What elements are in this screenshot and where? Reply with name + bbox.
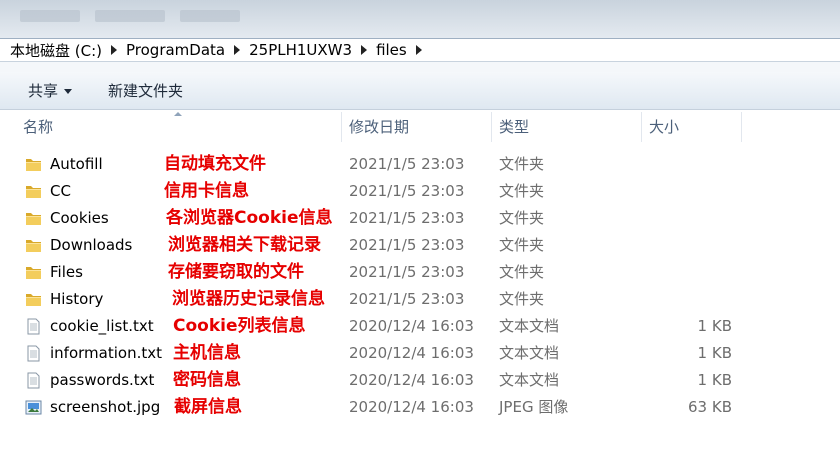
file-name[interactable]: Downloads (50, 232, 132, 259)
share-button[interactable]: 共享 (14, 72, 86, 110)
file-row[interactable]: Cookies 各浏览器Cookie信息 2021/1/5 23:03 文件夹 (0, 205, 840, 232)
chevron-down-icon (64, 88, 73, 94)
file-row[interactable]: passwords.txt 密码信息 2020/12/4 16:03 文本文档 1 KB (0, 367, 840, 394)
file-name[interactable]: Files (50, 259, 83, 286)
folder-icon (25, 156, 42, 173)
file-name[interactable]: information.txt (50, 340, 162, 367)
file-row[interactable]: History 浏览器历史记录信息 2021/1/5 23:03 文件夹 (0, 286, 840, 313)
file-name[interactable]: CC (50, 178, 71, 205)
chevron-right-icon[interactable] (361, 45, 368, 55)
annotation-label: 各浏览器Cookie信息 (166, 208, 333, 228)
file-name[interactable]: History (50, 286, 103, 313)
blurred-menu-3 (180, 10, 240, 22)
text-file-icon (25, 345, 42, 362)
file-name[interactable]: Cookies (50, 205, 109, 232)
address-bar[interactable]: 本地磁盘 (C:) ProgramData 25PLH1UXW3 files (0, 38, 840, 62)
folder-icon (25, 183, 42, 200)
folder-icon (25, 237, 42, 254)
annotation-label: 截屏信息 (174, 397, 242, 417)
chevron-right-icon[interactable] (415, 45, 422, 55)
file-size (640, 178, 732, 205)
file-type: JPEG 图像 (499, 398, 569, 416)
file-size (640, 232, 732, 259)
file-date: 2021/1/5 23:03 (349, 182, 465, 200)
file-date: 2021/1/5 23:03 (349, 263, 465, 281)
file-name[interactable]: Autofill (50, 151, 103, 178)
annotation-label: 浏览器相关下载记录 (168, 235, 321, 255)
share-label: 共享 (28, 81, 59, 100)
annotation-label: 浏览器历史记录信息 (172, 289, 325, 309)
command-bar: 共享 新建文件夹 (0, 72, 840, 110)
breadcrumb-item-drive[interactable]: 本地磁盘 (C:) (10, 40, 102, 61)
blurred-menu-2 (95, 10, 165, 22)
file-type: 文件夹 (499, 209, 545, 227)
spacer (0, 62, 840, 72)
column-header: 名称 修改日期 类型 大小 (0, 110, 840, 144)
blurred-menu-1 (20, 10, 80, 22)
file-type: 文本文档 (499, 317, 560, 335)
file-date: 2020/12/4 16:03 (349, 344, 474, 362)
file-row[interactable]: Files 存储要窃取的文件 2021/1/5 23:03 文件夹 (0, 259, 840, 286)
annotation-label: Cookie列表信息 (173, 316, 306, 336)
file-type: 文本文档 (499, 344, 560, 362)
folder-icon (25, 264, 42, 281)
file-row[interactable]: cookie_list.txt Cookie列表信息 2020/12/4 16:03… (0, 313, 840, 340)
file-row[interactable]: information.txt 主机信息 2020/12/4 16:03 文本文档 1 … (0, 340, 840, 367)
file-date: 2020/12/4 16:03 (349, 317, 474, 335)
file-type: 文件夹 (499, 155, 545, 173)
file-size (640, 205, 732, 232)
file-date: 2021/1/5 23:03 (349, 236, 465, 254)
file-type: 文件夹 (499, 263, 545, 281)
file-size: 63 KB (688, 398, 732, 416)
file-size (640, 286, 732, 313)
file-row[interactable]: Downloads 浏览器相关下载记录 2021/1/5 23:03 文件夹 (0, 232, 840, 259)
chevron-right-icon[interactable] (234, 45, 241, 55)
file-size: 1 KB (697, 344, 732, 362)
file-date: 2020/12/4 16:03 (349, 371, 474, 389)
file-date: 2021/1/5 23:03 (349, 209, 465, 227)
file-date: 2021/1/5 23:03 (349, 290, 465, 308)
folder-icon (25, 291, 42, 308)
file-row[interactable]: screenshot.jpg 截屏信息 2020/12/4 16:03 JPEG 图像… (0, 394, 840, 421)
new-folder-button[interactable]: 新建文件夹 (94, 72, 197, 110)
window-top-strip (0, 0, 840, 38)
file-size (640, 259, 732, 286)
folder-icon (25, 210, 42, 227)
file-name[interactable]: cookie_list.txt (50, 313, 154, 340)
annotation-label: 密码信息 (173, 370, 241, 390)
file-date: 2021/1/5 23:03 (349, 155, 465, 173)
file-name[interactable]: passwords.txt (50, 367, 154, 394)
image-file-icon (25, 399, 42, 416)
file-size: 1 KB (697, 371, 732, 389)
column-divider[interactable] (741, 112, 742, 142)
annotation-label: 主机信息 (173, 343, 241, 363)
file-list: Autofill 自动填充文件 2021/1/5 23:03 文件夹 CC 信用卡信息 20… (0, 151, 840, 421)
file-size (640, 151, 732, 178)
annotation-label: 自动填充文件 (164, 154, 266, 174)
column-header-type[interactable]: 类型 (491, 110, 641, 144)
breadcrumb-item-folder[interactable]: 25PLH1UXW3 (249, 41, 352, 59)
text-file-icon (25, 318, 42, 335)
file-name[interactable]: screenshot.jpg (50, 394, 160, 421)
annotation-label: 信用卡信息 (164, 181, 249, 201)
chevron-right-icon[interactable] (111, 45, 117, 55)
text-file-icon (25, 372, 42, 389)
annotation-label: 存储要窃取的文件 (168, 262, 304, 282)
breadcrumb-item-programdata[interactable]: ProgramData (126, 41, 225, 59)
breadcrumb-item-files[interactable]: files (376, 41, 407, 59)
file-date: 2020/12/4 16:03 (349, 398, 474, 416)
file-type: 文件夹 (499, 290, 545, 308)
column-header-size[interactable]: 大小 (641, 110, 741, 144)
file-type: 文件夹 (499, 236, 545, 254)
file-type: 文件夹 (499, 182, 545, 200)
file-row[interactable]: CC 信用卡信息 2021/1/5 23:03 文件夹 (0, 178, 840, 205)
column-header-name[interactable]: 名称 (15, 110, 341, 144)
file-size: 1 KB (697, 317, 732, 335)
file-row[interactable]: Autofill 自动填充文件 2021/1/5 23:03 文件夹 (0, 151, 840, 178)
column-header-date[interactable]: 修改日期 (341, 110, 491, 144)
file-type: 文本文档 (499, 371, 560, 389)
